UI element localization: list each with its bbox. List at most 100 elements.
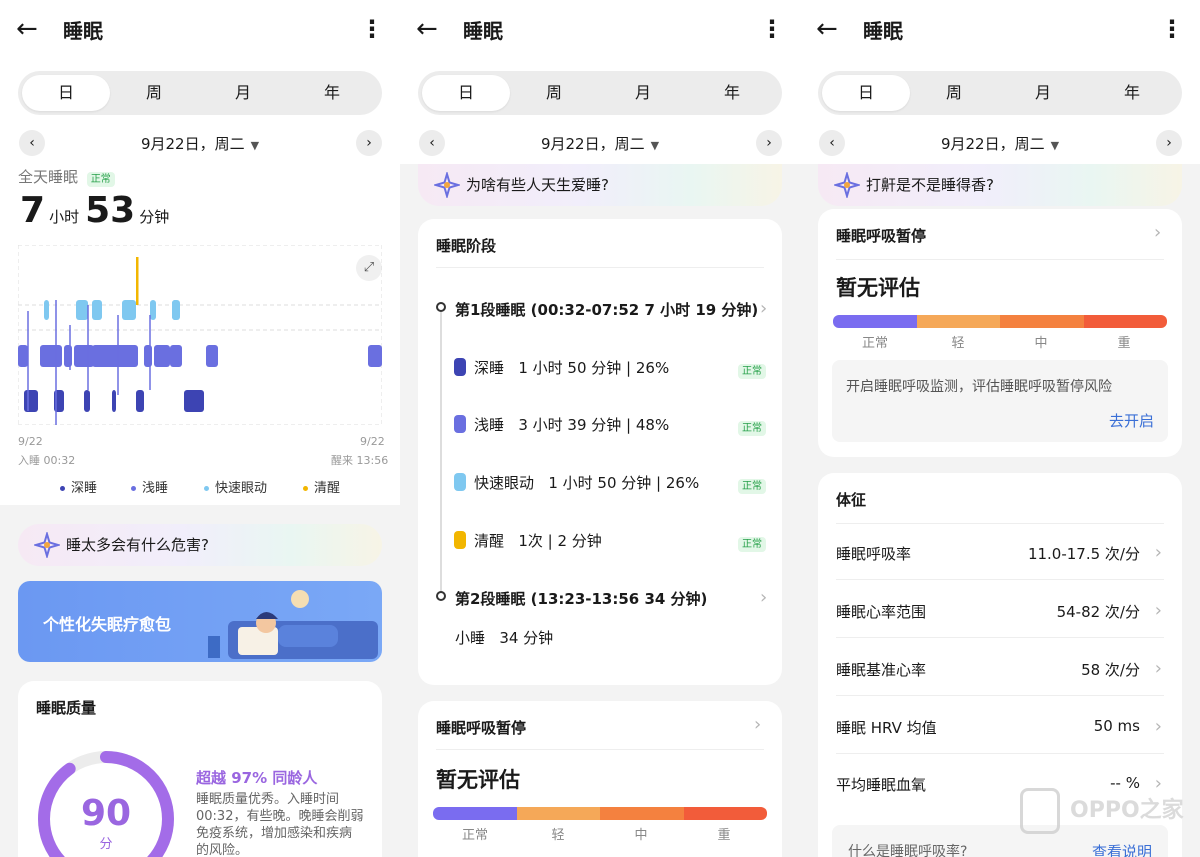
chart-start-date: 9/22 [18,435,43,448]
back-arrow-icon[interactable]: ← [16,14,46,44]
divider [836,579,1164,580]
date-selector[interactable]: 9月22日，周二 ▼ [900,133,1100,154]
status-badge: 正常 [738,364,766,379]
chevron-left-icon[interactable]: ‹ [419,130,445,156]
chevron-left-icon[interactable]: ‹ [19,130,45,156]
stage-light: 浅睡 3 小时 39 分钟 | 48% [474,416,670,434]
divider [436,749,764,750]
total-sleep-duration: 7 小时 53 分钟 [20,190,170,231]
hypnogram-block [24,390,38,412]
vital-row-base-heart[interactable]: 睡眠基准心率 58 次/分 › [836,658,1164,680]
tab-week[interactable]: 周 [110,75,198,111]
tab-month[interactable]: 月 [999,75,1087,111]
awake-marker [454,531,466,549]
chevron-icon[interactable]: › [760,587,767,608]
tab-year[interactable]: 年 [288,75,376,111]
hypnogram-block [84,390,90,412]
divider [436,267,764,268]
status-badge: 正常 [738,479,766,494]
chevron-icon: › [1154,600,1162,621]
back-arrow-icon[interactable]: ← [416,14,446,44]
promo-card[interactable]: 个性化失眠疗愈包 [18,581,382,662]
hypnogram-block [18,345,28,367]
scale-label: 中 [1034,336,1048,351]
chevron-left-icon[interactable]: ‹ [819,130,845,156]
ai-banner[interactable]: 睡太多会有什么危害? [18,524,382,566]
promo-title: 个性化失眠疗愈包 [43,615,172,634]
more-icon[interactable]: ⋮ [360,14,384,44]
chevron-icon[interactable]: › [754,714,761,735]
faq-text: 什么是睡眠呼吸率? [848,844,968,857]
watermark-logo [1020,788,1060,834]
faq-link[interactable]: 查看说明 [1092,841,1152,857]
divider [836,753,1164,754]
apnea-card[interactable]: 睡眠呼吸暂停 › 暂无评估 正常 轻 中 重 [418,701,782,857]
tab-year[interactable]: 年 [1088,75,1176,111]
tab-day[interactable]: 日 [22,75,110,111]
vital-row-heart-range[interactable]: 睡眠心率范围 54-82 次/分 › [836,600,1164,622]
segment-1-title[interactable]: 第1段睡眠 (00:32-07:52 7 小时 19 分钟) [455,299,758,320]
chevron-icon[interactable]: › [760,298,767,319]
tab-year[interactable]: 年 [688,75,776,111]
tab-month[interactable]: 月 [599,75,687,111]
card-title: 睡眠呼吸暂停 [436,719,527,737]
chevron-right-icon[interactable]: › [356,130,382,156]
more-icon[interactable]: ⋮ [1160,14,1184,44]
sleeping-person-illustration [208,590,378,659]
ai-banner[interactable]: 打鼾是不是睡得香? [818,164,1182,206]
chevron-right-icon[interactable]: › [1156,130,1182,156]
hypnogram-block [136,390,144,412]
tab-day[interactable]: 日 [422,75,510,111]
ai-star-icon [434,172,460,198]
chart-end-date: 9/22 [360,435,385,448]
tab-week[interactable]: 周 [910,75,998,111]
scale-label: 重 [1117,336,1131,351]
timeline-dot [436,302,446,312]
ai-star-icon [34,532,60,558]
back-arrow-icon[interactable]: ← [816,14,846,44]
severity-scale [833,315,1167,328]
vital-row-respiration[interactable]: 睡眠呼吸率 11.0-17.5 次/分 › [836,542,1164,564]
watermark-text: OPPO之家 [1070,798,1184,823]
beat-percentage: 超越 97% 同龄人 [196,769,318,787]
date-label: 9月22日，周二 [940,135,1045,153]
severity-scale [433,807,767,820]
chevron-icon[interactable]: › [1154,222,1161,243]
tab-day[interactable]: 日 [822,75,910,111]
date-selector[interactable]: 9月22日，周二 ▼ [100,133,300,154]
sleep-quality-card[interactable]: 睡眠质量 90 分 超越 97% 同龄人 睡眠质量优秀。入睡时间 00:32，有… [18,681,382,857]
stage-deep: 深睡 1 小时 50 分钟 | 26% [474,359,670,377]
chart-start-label: 入睡 00:32 [18,454,76,467]
timeline-dot [436,591,446,601]
hypnogram-block [172,300,178,320]
hypnogram-block [64,345,72,367]
tab-month[interactable]: 月 [199,75,287,111]
apnea-value: 暂无评估 [836,276,920,300]
legend-rem: 快速眼动 [204,477,267,496]
apnea-card[interactable]: 睡眠呼吸暂停 › 暂无评估 正常 轻 中 重 开启睡眠呼吸监测，评估睡眠呼吸暂停… [818,209,1182,457]
date-selector[interactable]: 9月22日，周二 ▼ [500,133,700,154]
more-icon[interactable]: ⋮ [760,14,784,44]
quality-comment: 睡眠质量优秀。入睡时间 00:32，有些晚。晚睡会削弱 免疫系统，增加感染和疾病… [196,792,364,857]
segment-2-title[interactable]: 第2段睡眠 (13:23-13:56 34 分钟) [455,588,707,609]
hypnogram-block [122,345,136,367]
caret-down-icon: ▼ [250,139,260,152]
sleep-stages-card: 睡眠阶段 第1段睡眠 (00:32-07:52 7 小时 19 分钟) › 深睡… [418,219,782,685]
scale-label: 中 [634,828,648,843]
caret-down-icon: ▼ [650,139,660,152]
ai-banner[interactable]: 为啥有些人天生爱睡? [418,164,782,206]
chevron-right-icon[interactable]: › [756,130,782,156]
vital-row-hrv[interactable]: 睡眠 HRV 均值 50 ms › [836,716,1164,738]
tab-week[interactable]: 周 [510,75,598,111]
hypnogram-block [206,345,218,367]
hypnogram-block [368,345,382,367]
hypnogram-awake-mark [136,257,139,305]
caret-down-icon: ▼ [1050,139,1060,152]
nap-row: 小睡 34 分钟 [455,629,554,647]
enable-monitor-link[interactable]: 去开启 [1109,410,1154,431]
divider [836,695,1164,696]
page-title: 睡眠 [63,19,103,43]
panel-day-overview: ← 睡眠 ⋮ 日 周 月 年 ‹ 9月22日，周二 ▼ › 全天睡眠 正常 7 小时… [0,0,400,857]
period-tabs: 日 周 月 年 [418,71,782,115]
hypnogram-block [74,345,94,367]
